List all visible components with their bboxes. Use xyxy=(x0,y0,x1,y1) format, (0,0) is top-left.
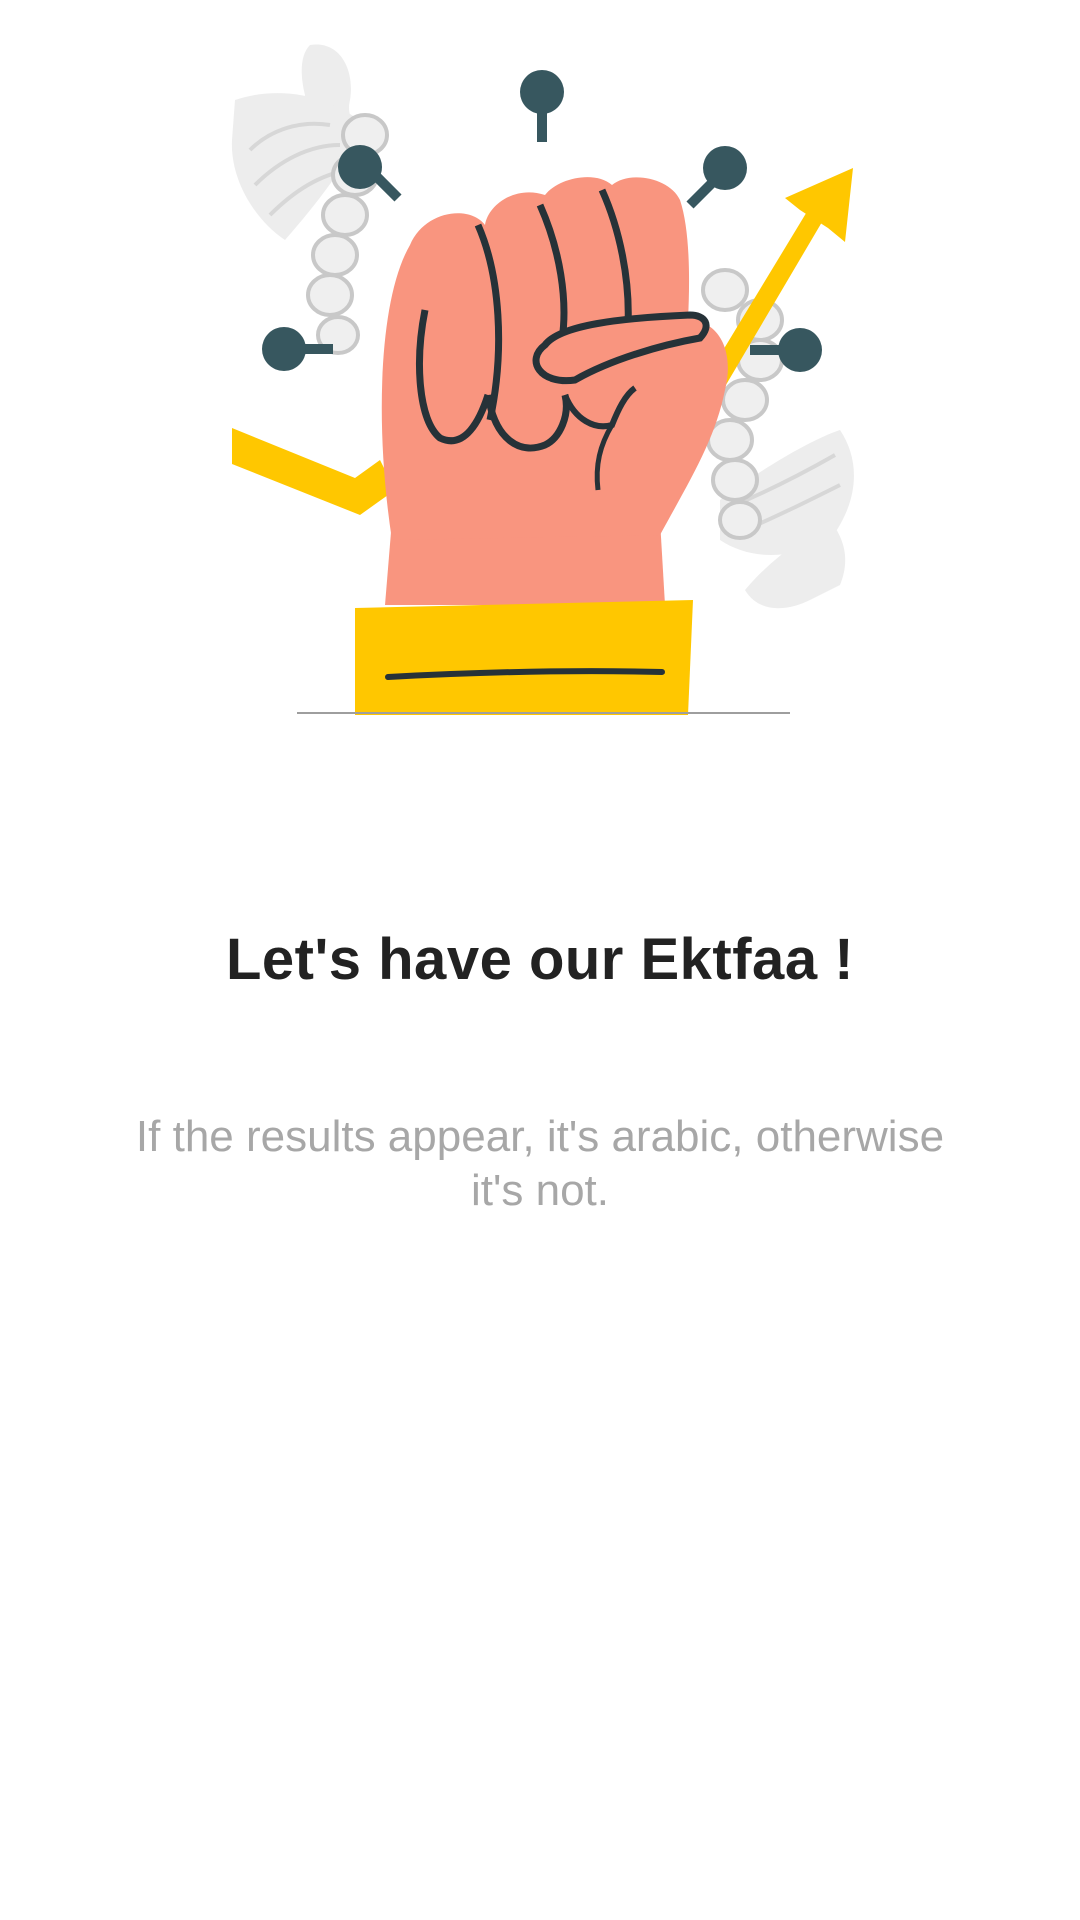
rope-right-icon xyxy=(701,268,854,609)
rope-left-icon xyxy=(231,44,389,355)
page-subtitle: If the results appear, it's arabic, othe… xyxy=(135,1112,945,1215)
sleeve-icon xyxy=(355,600,693,715)
raised-fist-illustration xyxy=(231,44,854,715)
onboarding-screen: Let's have our Ektfaa ! If the results a… xyxy=(0,0,1080,1920)
fist-icon xyxy=(381,177,728,605)
hero-illustration xyxy=(0,0,1080,740)
page-title: Let's have our Ektfaa ! xyxy=(225,927,855,992)
